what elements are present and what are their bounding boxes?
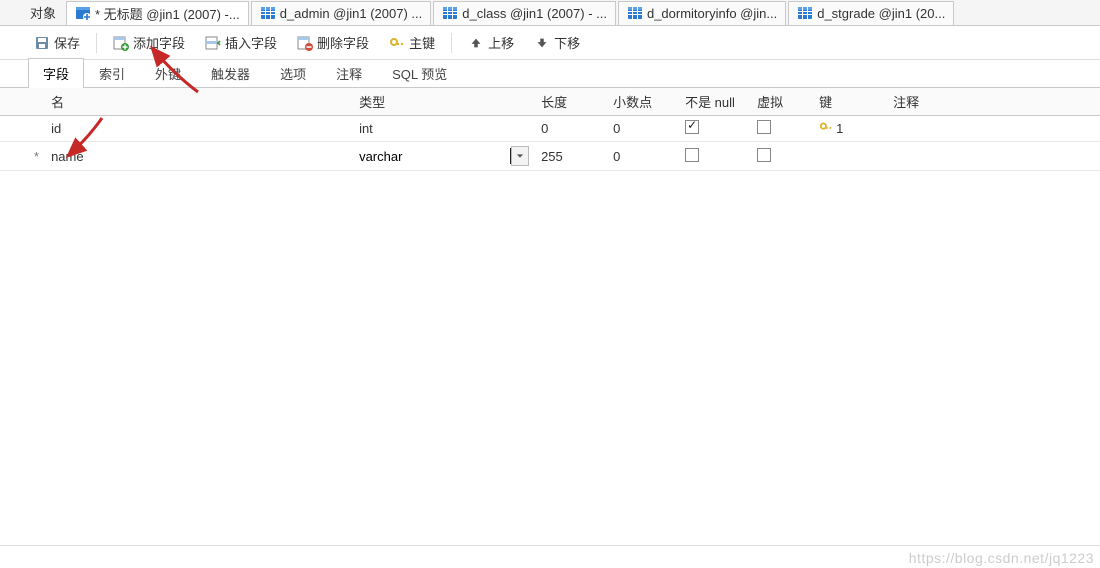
col-notnull-header[interactable]: 不是 null xyxy=(679,88,751,116)
col-type-header[interactable]: 类型 xyxy=(353,88,535,116)
cell-decimals[interactable]: 0 xyxy=(607,142,679,171)
table-row[interactable]: * name 255 0 xyxy=(0,142,1100,171)
cell-virtual[interactable] xyxy=(751,142,813,171)
tab-label: * 无标题 @jin1 (2007) -... xyxy=(95,4,240,23)
tab-object-label: 对象 xyxy=(30,3,56,22)
add-field-label: 添加字段 xyxy=(133,33,185,52)
table-editor-tabs: 字段 索引 外键 触发器 选项 注释 SQL 预览 xyxy=(0,60,1100,88)
type-dropdown-button[interactable] xyxy=(511,146,529,166)
separator xyxy=(96,33,97,53)
table-icon xyxy=(797,5,813,21)
add-field-button[interactable]: 添加字段 xyxy=(107,30,191,55)
primary-key-label: 主键 xyxy=(409,33,435,52)
newtable-icon xyxy=(75,5,91,21)
move-down-label: 下移 xyxy=(554,33,580,52)
watermark: https://blog.csdn.net/jq1223 xyxy=(909,550,1094,566)
save-label: 保存 xyxy=(54,33,80,52)
tab-label: d_dormitoryinfo @jin... xyxy=(647,6,777,21)
cell-type[interactable]: int xyxy=(353,116,535,142)
tab-object[interactable]: 对象 xyxy=(28,1,64,25)
fields-table: 名 类型 长度 小数点 不是 null 虚拟 键 注释 id int 0 0 xyxy=(0,88,1100,171)
key-icon xyxy=(819,120,833,137)
tab-d-stgrade[interactable]: d_stgrade @jin1 (20... xyxy=(788,1,954,25)
cell-decimals[interactable]: 0 xyxy=(607,116,679,142)
cell-length[interactable]: 255 xyxy=(535,142,607,171)
tab-indexes[interactable]: 索引 xyxy=(84,58,140,88)
col-decimals-header[interactable]: 小数点 xyxy=(607,88,679,116)
tab-triggers[interactable]: 触发器 xyxy=(196,58,265,88)
cell-virtual[interactable] xyxy=(751,116,813,142)
move-down-button[interactable]: 下移 xyxy=(528,30,586,55)
tab-options[interactable]: 选项 xyxy=(265,58,321,88)
chevron-down-icon xyxy=(516,152,524,160)
connection-tab-bar: 对象 * 无标题 @jin1 (2007) -... d_admin @jin1… xyxy=(0,0,1100,26)
tab-label: d_admin @jin1 (2007) ... xyxy=(280,6,423,21)
fields-header: 名 类型 长度 小数点 不是 null 虚拟 键 注释 xyxy=(0,88,1100,116)
checkbox-icon xyxy=(757,148,771,162)
insert-field-icon xyxy=(205,35,221,51)
arrow-up-icon xyxy=(468,35,484,51)
delete-field-icon xyxy=(297,35,313,51)
cell-comment[interactable] xyxy=(887,142,1100,171)
tab-fields[interactable]: 字段 xyxy=(28,58,84,88)
cell-key[interactable] xyxy=(813,142,887,171)
tab-d-class[interactable]: d_class @jin1 (2007) - ... xyxy=(433,1,616,25)
insert-field-button[interactable]: 插入字段 xyxy=(199,30,283,55)
tab-sql-preview[interactable]: SQL 预览 xyxy=(377,58,462,88)
checkbox-checked-icon xyxy=(685,120,699,134)
delete-field-label: 删除字段 xyxy=(317,33,369,52)
col-name-header[interactable]: 名 xyxy=(45,88,353,116)
row-marker: * xyxy=(28,142,45,171)
cell-type[interactable] xyxy=(353,142,535,171)
tab-label: d_stgrade @jin1 (20... xyxy=(817,6,945,21)
toolbar: 保存 添加字段 插入字段 删除字段 主键 上移 下移 xyxy=(0,26,1100,60)
add-field-icon xyxy=(113,35,129,51)
col-comment-header[interactable]: 注释 xyxy=(887,88,1100,116)
cell-notnull[interactable] xyxy=(679,116,751,142)
table-row[interactable]: id int 0 0 1 xyxy=(0,116,1100,142)
cell-name[interactable]: name xyxy=(45,142,353,171)
row-marker xyxy=(28,116,45,142)
primary-key-button[interactable]: 主键 xyxy=(383,30,441,55)
tab-d-admin[interactable]: d_admin @jin1 (2007) ... xyxy=(251,1,432,25)
tab-untitled[interactable]: * 无标题 @jin1 (2007) -... xyxy=(66,1,249,25)
cell-key[interactable]: 1 xyxy=(813,116,887,142)
move-up-button[interactable]: 上移 xyxy=(462,30,520,55)
table-icon xyxy=(260,5,276,21)
col-length-header[interactable]: 长度 xyxy=(535,88,607,116)
table-icon xyxy=(442,5,458,21)
tab-d-dormitoryinfo[interactable]: d_dormitoryinfo @jin... xyxy=(618,1,786,25)
col-key-header[interactable]: 键 xyxy=(813,88,887,116)
col-virtual-header[interactable]: 虚拟 xyxy=(751,88,813,116)
table-icon xyxy=(627,5,643,21)
cell-notnull[interactable] xyxy=(679,142,751,171)
separator xyxy=(451,33,452,53)
delete-field-button[interactable]: 删除字段 xyxy=(291,30,375,55)
insert-field-label: 插入字段 xyxy=(225,33,277,52)
type-input[interactable] xyxy=(359,146,509,166)
cell-comment[interactable] xyxy=(887,116,1100,142)
tab-foreign-keys[interactable]: 外键 xyxy=(140,58,196,88)
move-up-label: 上移 xyxy=(488,33,514,52)
key-icon xyxy=(389,35,405,51)
checkbox-icon xyxy=(685,148,699,162)
checkbox-icon xyxy=(757,120,771,134)
key-index: 1 xyxy=(836,121,843,136)
tab-label: d_class @jin1 (2007) - ... xyxy=(462,6,607,21)
save-icon xyxy=(34,35,50,51)
tab-comment[interactable]: 注释 xyxy=(321,58,377,88)
divider xyxy=(0,545,1100,546)
cell-name[interactable]: id xyxy=(45,116,353,142)
cell-length[interactable]: 0 xyxy=(535,116,607,142)
save-button[interactable]: 保存 xyxy=(28,30,86,55)
arrow-down-icon xyxy=(534,35,550,51)
